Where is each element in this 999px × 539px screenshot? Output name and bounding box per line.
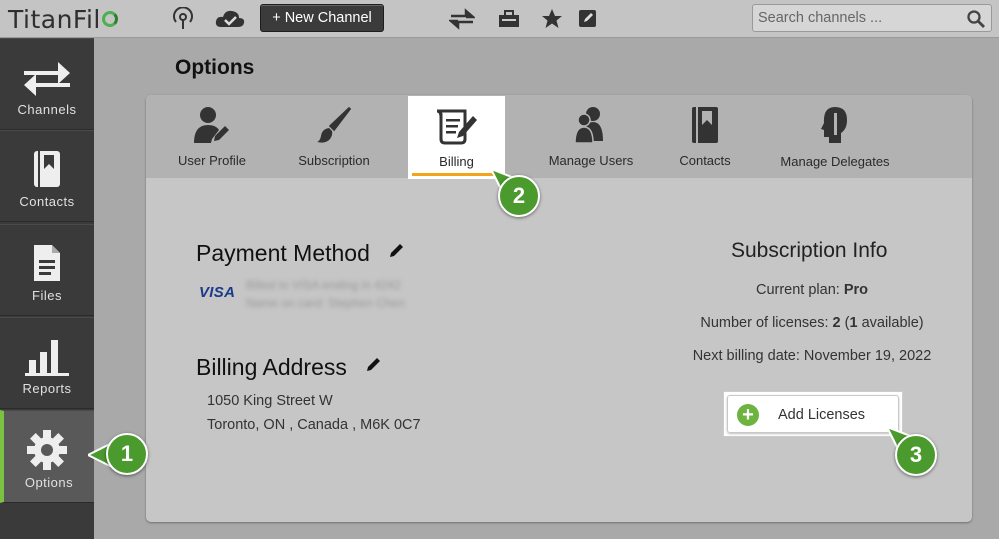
tab-manage-users[interactable]: Manage Users: [541, 95, 641, 178]
file-icon: [34, 245, 60, 281]
tab-contacts[interactable]: Contacts: [668, 95, 742, 178]
billing-address-title: Billing Address: [196, 354, 347, 380]
sidebar-item-label: Files: [32, 288, 62, 303]
plus-circle-icon: +: [737, 404, 759, 426]
sidebar-item-label: Channels: [17, 102, 77, 117]
arrows-exchange-icon: [24, 62, 70, 96]
tab-label: Contacts: [679, 153, 731, 168]
tab-user-profile[interactable]: User Profile: [168, 95, 256, 178]
contact-book-icon: [692, 107, 718, 143]
current-plan-label: Current plan:: [755, 282, 844, 298]
sidebar-item-options[interactable]: Options: [0, 410, 94, 503]
add-licenses-button[interactable]: + Add Licenses: [727, 395, 899, 433]
add-licenses-label: Add Licenses: [778, 407, 866, 423]
brush-icon: [317, 106, 352, 143]
search-input[interactable]: [758, 9, 958, 27]
licenses-label: Number of licenses:: [700, 315, 833, 331]
delegate-profile-icon: [821, 107, 847, 143]
subscription-info-title: Subscription Info: [731, 239, 888, 262]
address-line-1: 1050 King Street W: [207, 393, 333, 409]
sidebar-item-channels[interactable]: Channels: [0, 38, 94, 130]
star-icon[interactable]: [540, 7, 564, 31]
tab-label: Manage Users: [548, 153, 634, 168]
toolbox-icon[interactable]: [497, 7, 521, 31]
broadcast-icon[interactable]: [171, 6, 195, 31]
scroll-pen-icon: [436, 109, 477, 145]
sidebar-item-label: Options: [24, 475, 74, 490]
page-title: Options: [175, 56, 255, 79]
edit-address-pencil-icon[interactable]: [366, 356, 382, 372]
current-plan-value: Pro: [843, 282, 869, 298]
tab-label: User Profile: [178, 153, 246, 168]
new-channel-button[interactable]: + New Channel: [260, 4, 384, 32]
tab-label: Manage Delegates: [780, 154, 890, 169]
sidebar: Channels Contacts Files Reports Options: [0, 38, 94, 539]
sidebar-item-label: Reports: [22, 381, 72, 396]
next-billing-date: Next billing date: November 19, 2022: [692, 348, 932, 364]
sidebar-item-files[interactable]: Files: [0, 224, 94, 316]
number-of-licenses: Number of licenses: 2 (1 available): [662, 315, 962, 331]
licenses-available: 1: [849, 315, 858, 331]
address-book-icon: [34, 151, 60, 187]
tab-label: Subscription: [298, 153, 370, 168]
sidebar-item-contacts[interactable]: Contacts: [0, 130, 94, 222]
gear-icon: [27, 430, 67, 470]
refresh-circle-icon: [101, 11, 118, 27]
sidebar-item-label: Contacts: [19, 194, 75, 209]
sidebar-item-reports[interactable]: Reports: [0, 317, 94, 409]
options-tabs: User Profile Subscription Billing Manage…: [146, 95, 972, 179]
licenses-count: 2: [832, 315, 841, 331]
add-licenses-highlight: + Add Licenses: [723, 391, 903, 437]
callout-number: 2: [498, 175, 540, 217]
callout-number: 1: [106, 433, 148, 475]
cloud-check-icon[interactable]: [214, 7, 246, 31]
user-edit-icon: [194, 107, 229, 143]
bar-chart-icon: [25, 340, 69, 376]
visa-logo: VISA: [199, 284, 236, 301]
app-logo[interactable]: TitanFil: [8, 5, 118, 34]
current-plan: Current plan: Pro: [662, 282, 962, 298]
payment-method-title: Payment Method: [196, 240, 370, 266]
users-icon: [574, 107, 603, 144]
licenses-suffix: available): [857, 315, 924, 331]
edit-payment-pencil-icon[interactable]: [389, 242, 405, 258]
edit-note-icon[interactable]: [576, 7, 600, 31]
callout-number: 3: [895, 434, 937, 476]
search-icon[interactable]: [966, 9, 986, 29]
card-details-line-2: Name on card: Stephen Chen: [246, 296, 405, 310]
logo-text: TitanFil: [8, 5, 101, 34]
tab-subscription[interactable]: Subscription: [289, 95, 379, 178]
search-box[interactable]: [752, 4, 992, 32]
transfer-arrows-icon[interactable]: [447, 7, 477, 31]
tab-manage-delegates[interactable]: Manage Delegates: [776, 95, 894, 178]
card-details-line-1: Billed to VISA ending in 4242: [246, 278, 401, 292]
address-line-2: Toronto, ON , Canada , M6K 0C7: [207, 417, 421, 433]
top-bar: TitanFil + New Channel: [0, 0, 999, 38]
